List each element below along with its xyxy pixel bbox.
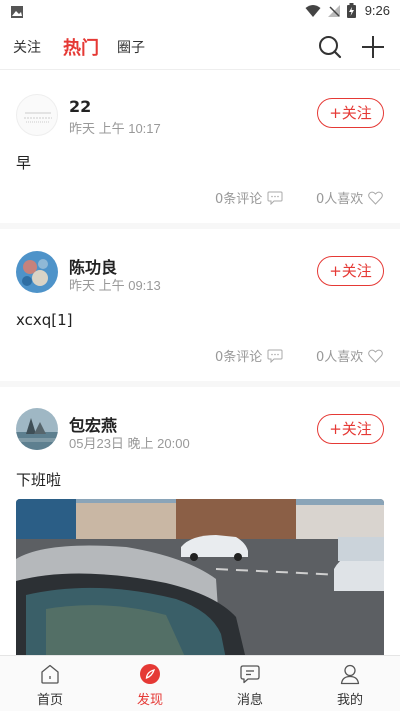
follow-button[interactable]: +关注 xyxy=(317,256,384,286)
comment-stat[interactable]: 0条评论 xyxy=(215,346,283,365)
message-icon xyxy=(240,665,260,684)
bottom-nav-label: 首页 xyxy=(36,693,63,708)
like-count: 0人喜欢 xyxy=(316,350,364,365)
home-icon xyxy=(41,664,59,684)
image-notification-icon xyxy=(11,6,23,18)
bottom-nav-profile[interactable]: 我的 xyxy=(300,656,400,711)
bottom-nav-messages[interactable]: 消息 xyxy=(200,656,300,711)
post-image[interactable] xyxy=(16,499,384,655)
follow-button[interactable]: +关注 xyxy=(317,98,384,128)
top-nav: 关注 热门 圈子 xyxy=(0,24,400,70)
bottom-nav-label: 发现 xyxy=(136,693,163,708)
post-content: 早 xyxy=(16,154,32,172)
search-icon[interactable] xyxy=(317,34,343,60)
username[interactable]: 22 xyxy=(69,97,91,116)
like-count: 0人喜欢 xyxy=(316,192,364,207)
bottom-nav-home[interactable]: 首页 xyxy=(0,656,100,711)
avatar[interactable] xyxy=(16,251,58,293)
post-time: 05月23日 晚上 20:00 xyxy=(69,436,190,451)
add-post-icon[interactable] xyxy=(360,34,386,60)
avatar[interactable] xyxy=(16,408,58,450)
like-stat[interactable]: 0人喜欢 xyxy=(316,346,384,365)
comment-stat[interactable]: 0条评论 xyxy=(215,188,283,207)
signal-icon xyxy=(327,4,340,17)
feed-list: 22 昨天 上午 10:17 +关注 早 0条评论 0人喜欢 陈功良 昨天 上午… xyxy=(0,71,400,655)
tab-following[interactable]: 关注 xyxy=(13,37,41,57)
tab-hot[interactable]: 热门 xyxy=(63,34,99,60)
post-card[interactable]: 陈功良 昨天 上午 09:13 +关注 xcxq[1] 0条评论 0人喜欢 xyxy=(0,229,400,381)
wifi-icon xyxy=(305,4,321,17)
battery-icon xyxy=(346,3,356,18)
comment-icon xyxy=(267,349,283,363)
comment-icon xyxy=(267,191,283,205)
post-content: 下班啦 xyxy=(16,471,62,489)
follow-button[interactable]: +关注 xyxy=(317,414,384,444)
tab-circle[interactable]: 圈子 xyxy=(117,37,145,57)
like-stat[interactable]: 0人喜欢 xyxy=(316,188,384,207)
comment-count: 0条评论 xyxy=(215,350,263,365)
post-content: xcxq[1] xyxy=(16,311,73,329)
status-bar: 9:26 xyxy=(0,0,400,24)
discover-icon xyxy=(140,664,160,684)
post-time: 昨天 上午 09:13 xyxy=(69,278,161,293)
avatar[interactable] xyxy=(16,94,58,136)
profile-icon xyxy=(340,664,360,685)
bottom-nav-discover[interactable]: 发现 xyxy=(100,656,200,711)
post-card[interactable]: 包宏燕 05月23日 晚上 20:00 +关注 下班啦 xyxy=(0,387,400,655)
bottom-nav-label: 我的 xyxy=(336,693,363,708)
heart-icon xyxy=(368,191,384,205)
bottom-nav-label: 消息 xyxy=(236,693,263,708)
comment-count: 0条评论 xyxy=(215,192,263,207)
post-time: 昨天 上午 10:17 xyxy=(69,121,161,136)
bottom-nav: 首页 发现 消息 我的 xyxy=(0,655,400,711)
heart-icon xyxy=(368,349,384,363)
status-time: 9:26 xyxy=(364,3,390,18)
post-card[interactable]: 22 昨天 上午 10:17 +关注 早 0条评论 0人喜欢 xyxy=(0,71,400,223)
